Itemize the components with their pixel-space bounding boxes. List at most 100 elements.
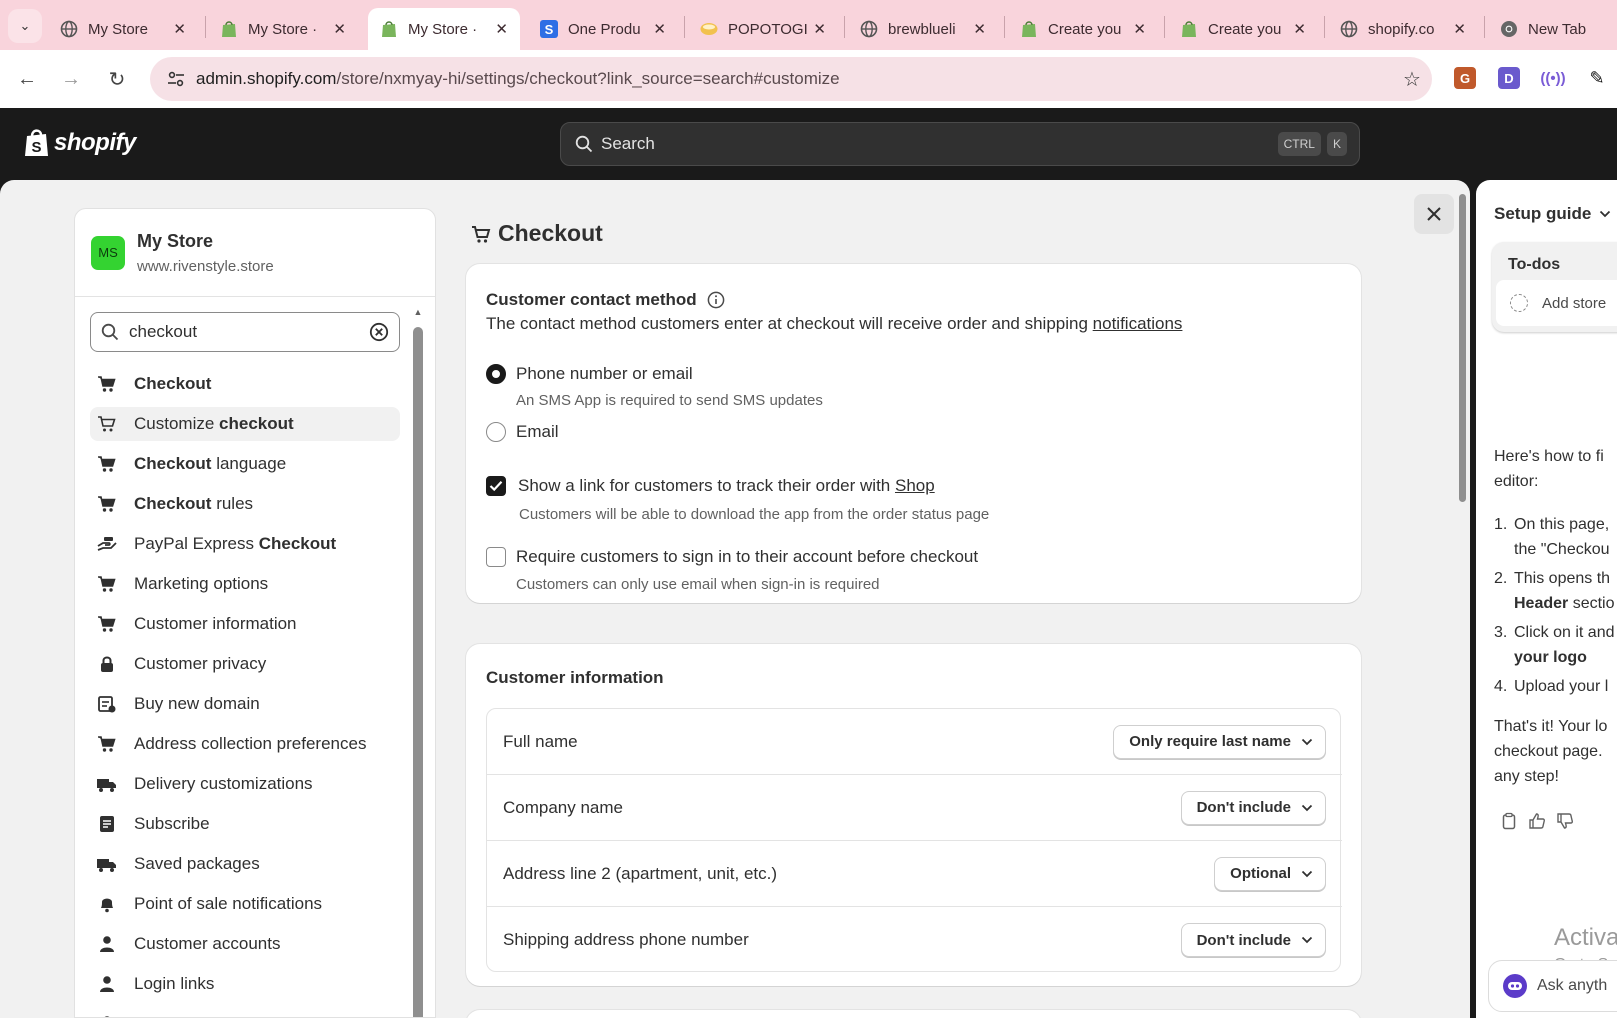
sidebar-result-item[interactable]: Delivery customizations xyxy=(90,767,400,801)
tab-close-icon[interactable]: ✕ xyxy=(173,20,186,38)
todo-item[interactable]: Add store xyxy=(1496,280,1617,326)
thumbs-up-icon[interactable] xyxy=(1528,812,1546,830)
sidebar-scroll-thumb[interactable] xyxy=(413,327,423,1017)
sidebar-result-label: Checkout language xyxy=(134,454,286,474)
copy-icon[interactable] xyxy=(1500,812,1518,830)
sidebar-result-label: Point of sale notifications xyxy=(134,894,322,914)
sidebar-result-item[interactable]: Customize checkout xyxy=(90,407,400,441)
sidebar-result-item[interactable]: Th xyxy=(90,1007,400,1017)
checkbox-shop-tracking[interactable]: Show a link for customers to track their… xyxy=(486,476,935,496)
scroll-up-icon[interactable]: ▲ xyxy=(412,307,424,317)
browser-tab[interactable]: brewblueli ✕ xyxy=(848,8,998,50)
sidebar-result-item[interactable]: Customer accounts xyxy=(90,927,400,961)
step-bold-text: your logo xyxy=(1514,649,1587,666)
guide-steps: 1. On this page, the "Checkou 2. This open… xyxy=(1494,512,1615,699)
site-settings-icon[interactable] xyxy=(156,70,196,88)
sidebar-result-item[interactable]: Customer information xyxy=(90,607,400,641)
sidebar-result-item[interactable]: Buy new domain xyxy=(90,687,400,721)
browser-tab[interactable]: Create you ✕ xyxy=(1008,8,1158,50)
sidebar-result-item[interactable]: Checkout rules xyxy=(90,487,400,521)
full-name-select[interactable]: Only require last name xyxy=(1113,724,1326,759)
todo-incomplete-icon xyxy=(1510,294,1528,312)
guide-step-cont: the "Checkou xyxy=(1494,537,1615,562)
shopify-logo[interactable]: S shopify xyxy=(24,128,136,158)
tab-close-icon[interactable]: ✕ xyxy=(813,20,826,38)
page-title-text: Checkout xyxy=(498,220,603,246)
settings-results-list: Checkout Customize checkout Checkout langu… xyxy=(90,367,400,1017)
radio-phone-or-email[interactable]: Phone number or email xyxy=(486,364,693,384)
global-search-input[interactable]: Search CTRL K xyxy=(560,122,1360,166)
broadcast-extension-icon[interactable]: ((•)) xyxy=(1540,67,1565,89)
grammarly-extension-icon[interactable]: G xyxy=(1454,67,1476,89)
thumbs-down-icon[interactable] xyxy=(1556,812,1574,830)
main-scroll-thumb[interactable] xyxy=(1459,194,1466,502)
shipping-phone-select[interactable]: Don't include xyxy=(1180,923,1326,957)
tab-close-icon[interactable]: ✕ xyxy=(1453,20,1466,38)
truck-icon xyxy=(96,853,118,875)
browser-tab[interactable]: S One Produ ✕ xyxy=(528,8,678,50)
browser-tab[interactable]: POPOTOGI ✕ xyxy=(688,8,838,50)
settings-search-input[interactable]: checkout xyxy=(90,312,400,352)
sidebar-result-item[interactable]: Login links xyxy=(90,967,400,1001)
bookmark-star-icon[interactable]: ☆ xyxy=(1392,67,1432,92)
sidebar-result-item[interactable]: Subscribe xyxy=(90,807,400,841)
sidebar-result-item[interactable]: Marketing options xyxy=(90,567,400,601)
sidebar-result-item[interactable]: PayPal Express Checkout xyxy=(90,527,400,561)
close-icon xyxy=(1427,207,1441,221)
info-icon[interactable] xyxy=(707,291,725,309)
sidebar-result-item[interactable]: Customer privacy xyxy=(90,647,400,681)
browser-tab-active[interactable]: My Store · ✕ xyxy=(368,8,520,50)
guide-outro-line: checkout page. xyxy=(1494,743,1603,760)
next-settings-card xyxy=(466,1010,1361,1018)
reload-button[interactable]: ↻ xyxy=(102,64,132,94)
guide-outro-line: any step! xyxy=(1494,768,1559,785)
tab-close-icon[interactable]: ✕ xyxy=(1133,20,1146,38)
tab-search-button[interactable]: ⌄ xyxy=(8,9,42,43)
browser-tab[interactable]: shopify.co ✕ xyxy=(1328,8,1478,50)
browser-tab[interactable]: My Store · ✕ xyxy=(208,8,358,50)
clear-search-icon[interactable] xyxy=(369,322,389,342)
sidebar-scrollbar[interactable]: ▲ xyxy=(412,307,424,1017)
svg-text:S: S xyxy=(31,139,41,156)
checkbox-require-signin[interactable]: Require customers to sign in to their ac… xyxy=(486,547,978,567)
sidebar-result-item[interactable]: Checkout xyxy=(90,367,400,401)
radio-email[interactable]: Email xyxy=(486,422,559,442)
setup-guide-header[interactable]: Setup guide xyxy=(1494,204,1611,224)
browser-tab[interactable]: Create you ✕ xyxy=(1168,8,1318,50)
tab-close-icon[interactable]: ✕ xyxy=(973,20,986,38)
chevron-down-icon xyxy=(1301,738,1313,746)
back-button[interactable]: ← xyxy=(12,64,42,94)
sidekick-ask-input[interactable]: Ask anyth xyxy=(1488,960,1617,1012)
shop-link[interactable]: Shop xyxy=(895,476,935,495)
forward-button[interactable]: → xyxy=(56,64,86,94)
sidebar-result-item[interactable]: Point of sale notifications xyxy=(90,887,400,921)
main-scrollbar[interactable] xyxy=(1458,180,1468,1018)
sidebar-result-label: Address collection preferences xyxy=(134,734,366,754)
tab-title: New Tab xyxy=(1528,20,1587,38)
sidebar-result-item[interactable]: Saved packages xyxy=(90,847,400,881)
company-name-select[interactable]: Don't include xyxy=(1180,790,1326,825)
tab-close-icon[interactable]: ✕ xyxy=(1293,20,1306,38)
tab-close-icon[interactable]: ✕ xyxy=(333,20,346,38)
tab-close-icon[interactable]: ✕ xyxy=(495,20,508,38)
notifications-link[interactable]: notifications xyxy=(1093,314,1183,333)
extension-d-icon[interactable]: D xyxy=(1498,67,1520,89)
shopify-bag-icon xyxy=(380,20,398,38)
store-header[interactable]: MS My Store www.rivenstyle.store xyxy=(75,209,435,297)
svg-text:S: S xyxy=(545,22,554,37)
address-line-2-select[interactable]: Optional xyxy=(1214,856,1326,891)
browser-toolbar: ← → ↻ admin.shopify.com/store/nxmyay-hi/… xyxy=(0,50,1617,108)
sidebar-result-item[interactable]: Checkout language xyxy=(90,447,400,481)
address-bar[interactable]: admin.shopify.com/store/nxmyay-hi/settin… xyxy=(150,57,1432,101)
browser-tab[interactable]: My Store ✕ xyxy=(48,8,198,50)
sidebar-result-label: Customer information xyxy=(134,614,297,634)
sidebar-result-label: Customer accounts xyxy=(134,934,280,954)
step-text: Upload your l xyxy=(1514,678,1609,695)
step-text: sectio xyxy=(1568,595,1615,612)
close-settings-button[interactable] xyxy=(1414,194,1454,234)
sidebar-result-item[interactable]: Address collection preferences xyxy=(90,727,400,761)
browser-tab[interactable]: New Tab xyxy=(1488,8,1617,50)
globe-icon xyxy=(60,20,78,38)
tab-close-icon[interactable]: ✕ xyxy=(653,20,666,38)
eyedropper-extension-icon[interactable]: ✎ xyxy=(1586,67,1608,89)
